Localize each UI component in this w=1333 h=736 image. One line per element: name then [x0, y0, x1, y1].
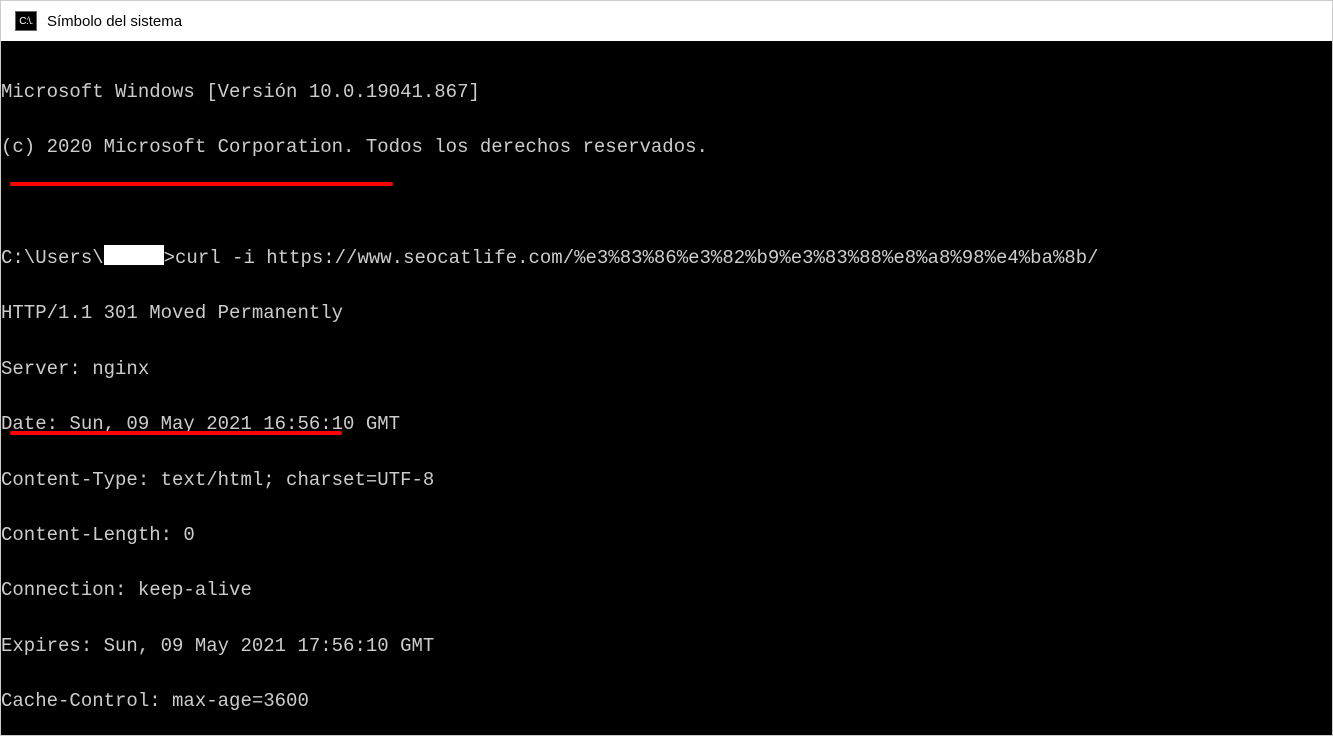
copyright-line: (c) 2020 Microsoft Corporation. Todos lo…: [1, 134, 1332, 162]
http-status-line: HTTP/1.1 301 Moved Permanently: [1, 300, 1332, 328]
highlight-underline-icon: [10, 431, 342, 435]
terminal-output[interactable]: Microsoft Windows [Versión 10.0.19041.86…: [1, 47, 1332, 735]
cmd-window: C:\. Símbolo del sistema Microsoft Windo…: [0, 0, 1333, 736]
header-content-type: Content-Type: text/html; charset=UTF-8: [1, 467, 1332, 495]
command-text: curl -i https://www.seocatlife.com/%e3%8…: [175, 247, 1099, 269]
os-header-line: Microsoft Windows [Versión 10.0.19041.86…: [1, 79, 1332, 107]
highlight-underline-icon: [10, 182, 393, 186]
header-content-length: Content-Length: 0: [1, 522, 1332, 550]
cmd-app-icon: C:\.: [15, 11, 37, 31]
prompt-command-line: C:\Users\ >curl -i https://www.seocatlife…: [1, 245, 1332, 273]
prompt-suffix: >: [164, 247, 175, 269]
header-expires: Expires: Sun, 09 May 2021 17:56:10 GMT: [1, 633, 1332, 661]
redacted-username: [104, 245, 164, 265]
prompt-prefix: C:\Users\: [1, 247, 104, 269]
header-cache-control: Cache-Control: max-age=3600: [1, 688, 1332, 716]
blank-line: [1, 190, 1332, 218]
header-connection: Connection: keep-alive: [1, 577, 1332, 605]
header-server: Server: nginx: [1, 356, 1332, 384]
window-title: Símbolo del sistema: [47, 13, 182, 30]
titlebar[interactable]: C:\. Símbolo del sistema: [1, 1, 1332, 47]
